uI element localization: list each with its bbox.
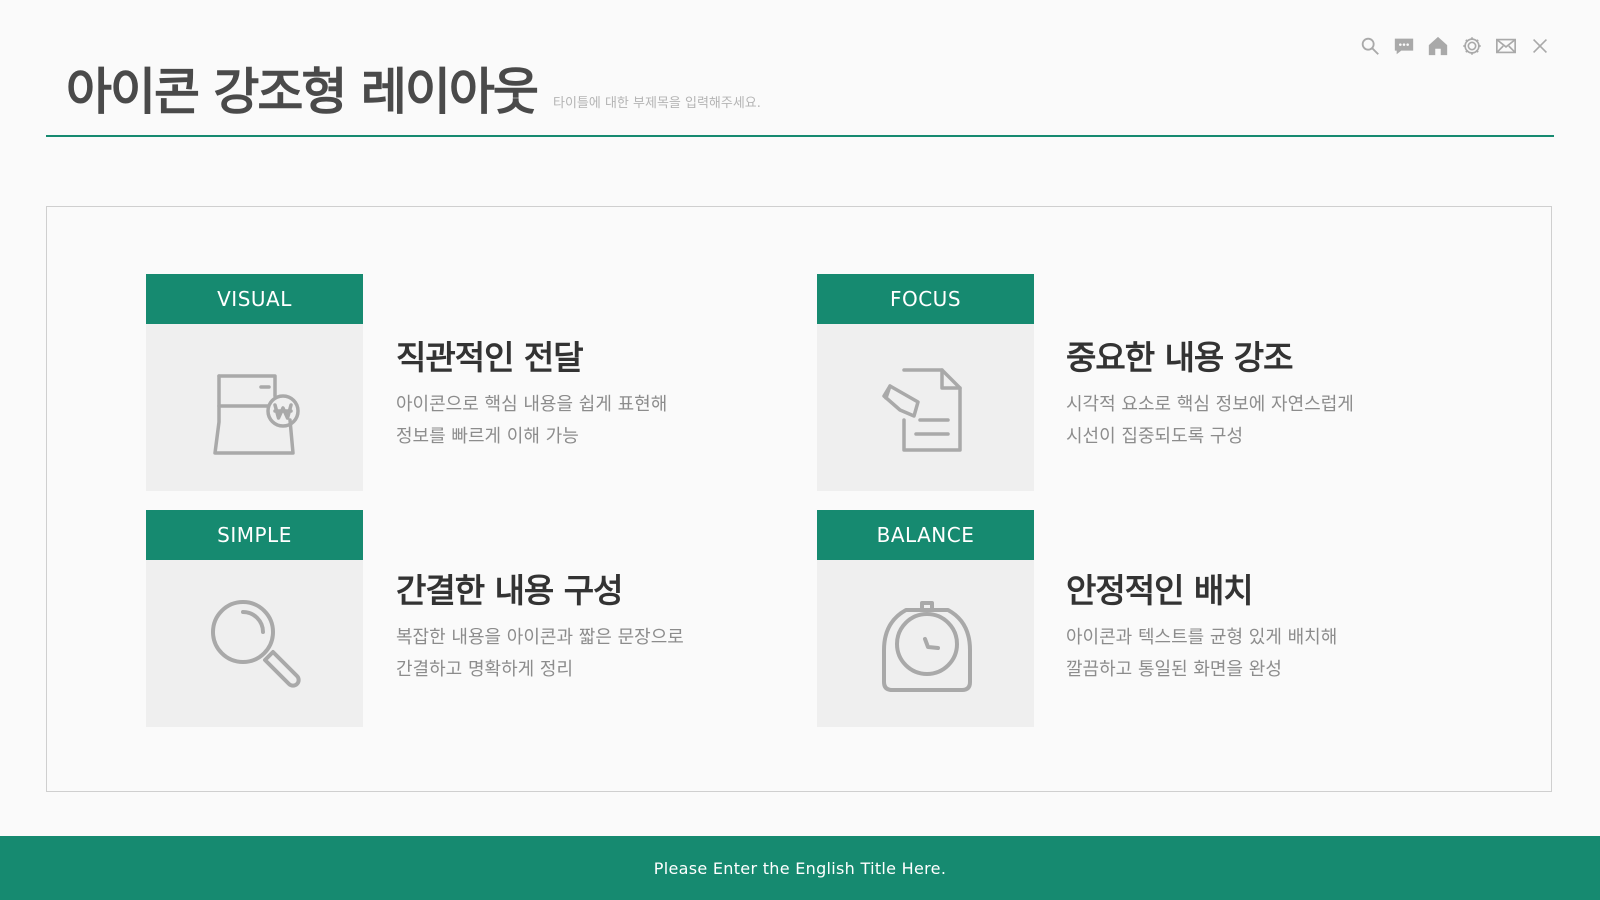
clock-icon xyxy=(881,600,972,692)
feature-desc-line1: 아이콘으로 핵심 내용을 쉽게 표현해 xyxy=(396,394,668,415)
card-tag: SIMPLE xyxy=(146,510,363,560)
feature-visual: 직관적인 전달 아이콘으로 핵심 내용을 쉽게 표현해 정보를 빠르게 이해 가… xyxy=(396,331,726,453)
feature-simple: 간결한 내용 구성 복잡한 내용을 아이콘과 짧은 문장으로 간결하고 명확하게… xyxy=(396,564,726,686)
feature-focus: 중요한 내용 강조 시각적 요소로 핵심 정보에 자연스럽게 시선이 집중되도록… xyxy=(1066,331,1396,453)
chat-icon[interactable] xyxy=(1392,34,1416,58)
slide-header: 아이콘 강조형 레이아웃 타이틀에 대한 부제목을 입력해주세요. xyxy=(0,0,1600,140)
card-balance: BALANCE xyxy=(817,510,1034,727)
mail-icon[interactable] xyxy=(1494,34,1518,58)
card-tag: FOCUS xyxy=(817,274,1034,324)
footer-bar: Please Enter the English Title Here. xyxy=(0,836,1600,900)
feature-heading: 직관적인 전달 xyxy=(396,338,584,377)
card-icon-box xyxy=(817,560,1034,727)
card-tag: BALANCE xyxy=(817,510,1034,560)
card-icon-box xyxy=(146,560,363,727)
close-icon[interactable] xyxy=(1528,34,1552,58)
card-icon-box xyxy=(817,324,1034,491)
feature-desc-line1: 시각적 요소로 핵심 정보에 자연스럽게 xyxy=(1066,394,1354,415)
feature-balance: 안정적인 배치 아이콘과 텍스트를 균형 있게 배치해 깔끔하고 통일된 화면을… xyxy=(1066,564,1396,686)
card-icon-box xyxy=(146,324,363,491)
document-edit-icon xyxy=(881,367,962,452)
content-panel: VISUAL 직관적인 전달 아이콘으로 핵심 내용을 쉽게 표현해 정보를 빠… xyxy=(46,206,1552,792)
feature-desc-line1: 아이콘과 텍스트를 균형 있게 배치해 xyxy=(1066,627,1338,648)
page-title: 아이콘 강조형 레이아웃 xyxy=(66,63,539,121)
card-focus: FOCUS xyxy=(817,274,1034,491)
feature-desc-line2: 깔끔하고 통일된 화면을 완성 xyxy=(1066,659,1282,680)
feature-desc-line2: 시선이 집중되도록 구성 xyxy=(1066,426,1244,447)
feature-desc-line1: 복잡한 내용을 아이콘과 짧은 문장으로 xyxy=(396,627,684,648)
wallet-won-icon xyxy=(212,373,300,455)
settings-icon[interactable] xyxy=(1460,34,1484,58)
page-subtitle: 타이틀에 대한 부제목을 입력해주세요. xyxy=(553,96,761,111)
feature-desc-line2: 정보를 빠르게 이해 가능 xyxy=(396,426,579,447)
feature-desc-line2: 간결하고 명확하게 정리 xyxy=(396,659,574,680)
card-tag: VISUAL xyxy=(146,274,363,324)
toolbar xyxy=(1358,34,1552,58)
magnifier-icon xyxy=(210,599,301,688)
search-icon[interactable] xyxy=(1358,34,1382,58)
home-icon[interactable] xyxy=(1426,34,1450,58)
card-visual: VISUAL xyxy=(146,274,363,491)
feature-heading: 중요한 내용 강조 xyxy=(1066,338,1294,377)
feature-heading: 안정적인 배치 xyxy=(1066,571,1254,610)
feature-heading: 간결한 내용 구성 xyxy=(396,571,624,610)
card-simple: SIMPLE xyxy=(146,510,363,727)
footer-title: Please Enter the English Title Here. xyxy=(653,858,947,878)
header-divider xyxy=(46,135,1554,137)
